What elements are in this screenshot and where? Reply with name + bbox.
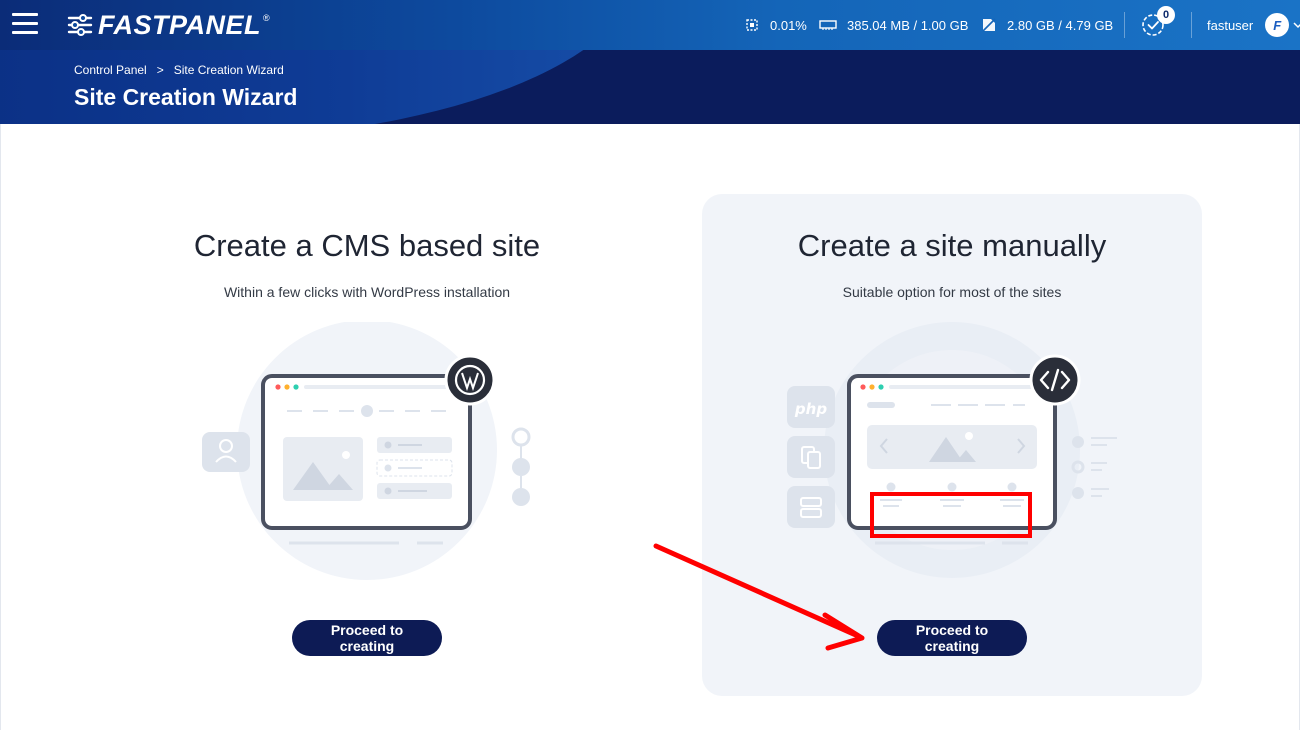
disk-value: 2.80 GB / 4.79 GB	[1007, 17, 1114, 33]
logo-text: FASTPANEL	[98, 9, 262, 40]
manual-illustration: php	[787, 322, 1117, 578]
ram-stat[interactable]: 385.04 MB / 1.00 GB	[819, 0, 968, 50]
manual-card-title: Create a site manually	[797, 228, 1107, 263]
cpu-value: 0.01%	[770, 17, 807, 33]
divider	[1191, 12, 1192, 38]
divider	[1124, 12, 1125, 38]
logo-registered-mark: ®	[263, 13, 270, 23]
cpu-stat[interactable]: 0.01%	[744, 0, 807, 50]
svg-text:php: php	[794, 400, 827, 418]
server-icon	[787, 486, 835, 528]
cms-proceed-button[interactable]: Proceed to creating	[292, 620, 442, 656]
manual-proceed-button[interactable]: Proceed to creating	[877, 620, 1027, 656]
cms-card-title: Create a CMS based site	[193, 228, 541, 263]
breadcrumb: Control Panel > Site Creation Wizard	[74, 63, 284, 77]
logo-mark-icon	[67, 14, 93, 36]
code-icon	[1029, 354, 1081, 406]
manual-card-subtitle: Suitable option for most of the sites	[842, 284, 1062, 300]
cpu-icon	[746, 19, 758, 31]
wordpress-icon	[444, 354, 496, 406]
chevron-right-icon: >	[156, 63, 164, 77]
image-icon	[283, 437, 363, 501]
cms-card-subtitle: Within a few clicks with WordPress insta…	[223, 284, 511, 300]
copy-icon	[787, 436, 835, 478]
chevron-down-icon	[1293, 22, 1300, 29]
page-header: Control Panel > Site Creation Wizard Sit…	[0, 50, 1300, 124]
php-icon: php	[787, 386, 835, 428]
ram-icon	[819, 20, 837, 30]
disk-icon	[982, 18, 996, 32]
page-title: Site Creation Wizard	[74, 84, 298, 110]
disk-stat[interactable]: 2.80 GB / 4.79 GB	[981, 0, 1113, 50]
main-content: Create a CMS based site Within a few cli…	[0, 124, 1300, 730]
user-icon	[202, 432, 250, 472]
breadcrumb-current: Site Creation Wizard	[173, 63, 284, 77]
tasks-count-badge: 0	[1157, 6, 1175, 24]
cms-illustration	[202, 322, 531, 580]
manual-site-card: Create a site manually Suitable option f…	[702, 194, 1202, 696]
cms-site-card: Create a CMS based site Within a few cli…	[117, 194, 617, 696]
username: fastuser	[1207, 17, 1254, 33]
hamburger-icon[interactable]	[12, 13, 38, 37]
user-menu[interactable]: fastuser F	[1207, 0, 1300, 50]
avatar: F	[1265, 13, 1290, 37]
ram-value: 385.04 MB / 1.00 GB	[847, 17, 969, 33]
top-bar: FASTPANEL ® 0.01% 385.04 MB / 1.00 GB 2.…	[0, 0, 1300, 50]
app-logo[interactable]: FASTPANEL ®	[66, 10, 270, 40]
breadcrumb-control-panel[interactable]: Control Panel	[74, 63, 147, 77]
